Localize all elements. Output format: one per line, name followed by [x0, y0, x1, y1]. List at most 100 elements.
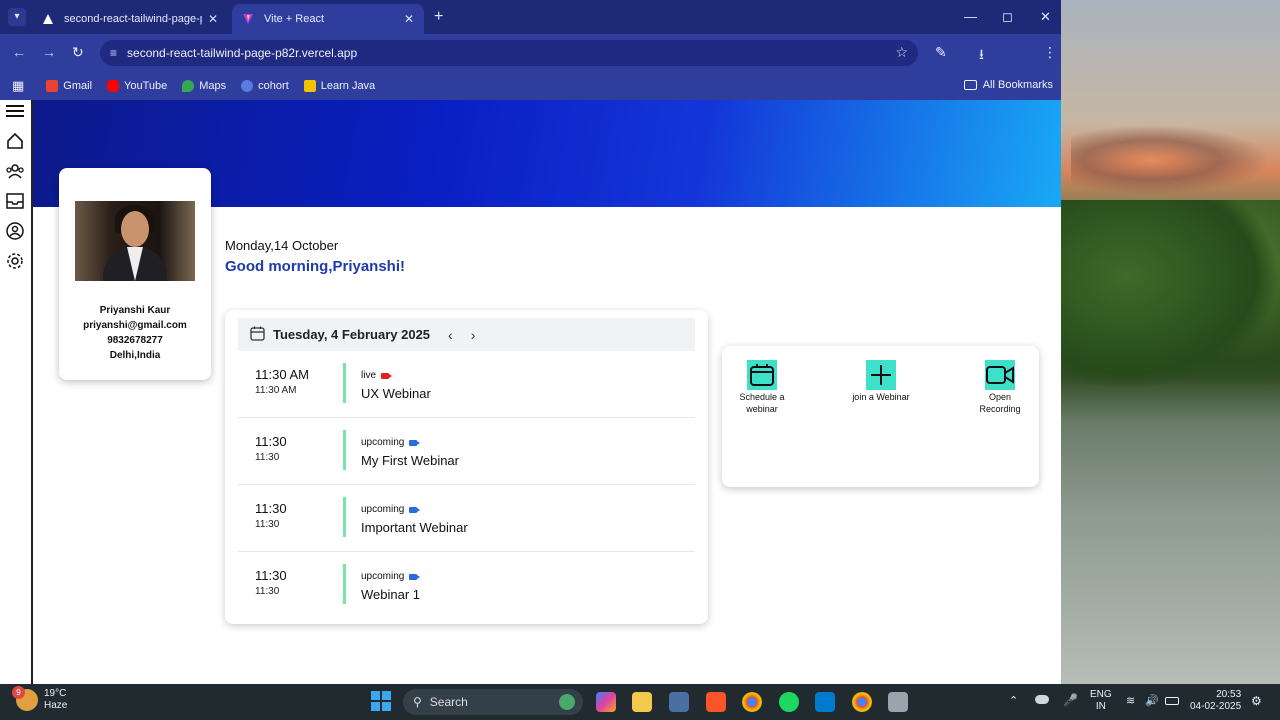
volume-icon[interactable]: 🔊 — [1145, 694, 1159, 707]
battery-icon[interactable] — [1165, 697, 1179, 705]
wifi-icon[interactable]: ≋ — [1126, 694, 1135, 707]
bookmark-star-icon[interactable]: ☆ — [895, 44, 908, 61]
group-icon[interactable] — [4, 160, 26, 182]
store-icon[interactable] — [669, 692, 689, 712]
onedrive-icon[interactable] — [1035, 695, 1049, 704]
microphone-icon[interactable]: 🎤 — [1063, 693, 1078, 707]
webinar-status: upcoming — [361, 437, 421, 448]
bookmark-label: Maps — [199, 80, 227, 92]
status-label: live — [361, 370, 377, 381]
browser-window: ▾ second-react-tailwind-page-p82r ✕ Vite… — [0, 0, 1061, 684]
current-date: Monday,14 October — [225, 238, 339, 253]
settings-gear-icon[interactable] — [4, 250, 26, 272]
menu-kebab-icon[interactable]: ⋮ — [1043, 44, 1057, 61]
status-label: upcoming — [361, 504, 405, 515]
open-recording-button[interactable]: Open Recording — [970, 360, 1030, 415]
wallpaper-trees — [1061, 200, 1280, 390]
all-bookmarks-label: All Bookmarks — [982, 79, 1053, 91]
video-camera-icon — [409, 506, 421, 513]
account-circle-icon[interactable] — [4, 220, 26, 242]
extensions-icon[interactable]: ✎ — [935, 44, 947, 61]
webinar-title: Important Webinar — [361, 520, 468, 535]
action-label: Schedule a webinar — [739, 392, 785, 414]
back-icon[interactable]: ← — [12, 44, 26, 60]
search-label: Search — [429, 695, 468, 709]
close-icon[interactable]: ✕ — [404, 12, 414, 26]
cohort-icon — [241, 80, 254, 92]
maximize-icon[interactable]: ◻ — [1002, 9, 1013, 25]
clock-time: 20:53 — [1216, 689, 1242, 700]
copilot-icon[interactable] — [596, 692, 616, 712]
home-icon[interactable] — [4, 130, 26, 152]
temperature: 19°C — [44, 688, 67, 699]
webinar-time-sub: 11:30 — [255, 452, 280, 463]
schedule-date: Tuesday, 4 February 2025 — [273, 327, 431, 342]
taskbar-search[interactable]: ⚲ Search — [403, 689, 583, 715]
site-settings-icon[interactable]: ≡ — [110, 46, 117, 60]
hamburger-menu-icon[interactable] — [4, 100, 26, 122]
page-viewport: Priyanshi Kaur priyanshi@gmail.com 98326… — [0, 100, 1061, 684]
minimize-icon[interactable]: — — [964, 9, 977, 24]
chrome-active-icon[interactable] — [852, 692, 872, 712]
brave-icon[interactable] — [706, 692, 726, 712]
weather-badge: 9 — [12, 686, 25, 699]
chevron-right-icon[interactable]: › — [471, 327, 476, 343]
chevron-left-icon[interactable]: ‹ — [448, 327, 453, 343]
webinar-row[interactable]: 11:30 11:30 upcoming Webinar 1 — [238, 552, 695, 619]
forward-icon[interactable]: → — [42, 44, 56, 60]
bookmark-learn-java[interactable]: Learn Java — [303, 80, 375, 92]
tab-vite-react[interactable]: Vite + React ✕ — [232, 4, 424, 34]
webinar-title: My First Webinar — [361, 453, 459, 468]
profile-card: Priyanshi Kaur priyanshi@gmail.com 98326… — [59, 168, 211, 380]
search-icon: ⚲ — [413, 695, 422, 709]
gmail-icon — [46, 80, 59, 92]
reload-icon[interactable]: ↻ — [72, 44, 84, 61]
address-bar[interactable]: ≡ second-react-tailwind-page-p82r.vercel… — [100, 40, 918, 66]
tab-second-react[interactable]: second-react-tailwind-page-p82r ✕ — [32, 4, 228, 34]
webinar-row[interactable]: 11:30 AM 11:30 AM live UX Webinar — [238, 351, 695, 418]
tab-title: Vite + React — [264, 13, 325, 25]
bookmark-maps[interactable]: Maps — [182, 80, 226, 92]
clock[interactable]: 20:53 04-02-2025 — [1190, 689, 1241, 713]
webinar-time-sub: 11:30 AM — [255, 385, 297, 396]
new-tab-button[interactable]: + — [434, 8, 443, 26]
row-accent-bar — [343, 564, 346, 604]
row-accent-bar — [343, 497, 346, 537]
notification-icon[interactable]: ⚙ — [1251, 694, 1262, 708]
webinar-row[interactable]: 11:30 11:30 upcoming Important Webinar — [238, 485, 695, 552]
snipping-tool-icon[interactable] — [888, 692, 908, 712]
video-camera-icon — [381, 372, 393, 379]
bookmark-gmail[interactable]: Gmail — [46, 80, 92, 92]
weather-widget[interactable]: 9 19°C Haze — [12, 686, 68, 712]
language-indicator[interactable]: ENG IN — [1090, 689, 1112, 713]
webinar-row[interactable]: 11:30 11:30 upcoming My First Webinar — [238, 418, 695, 485]
webinar-time-sub: 11:30 — [255, 586, 280, 597]
bookmark-label: Gmail — [63, 80, 93, 92]
download-icon[interactable]: ⭳ — [979, 44, 984, 68]
wallpaper-clouds — [1071, 125, 1271, 195]
join-webinar-button[interactable]: join a Webinar — [851, 360, 911, 403]
action-label: join a Webinar — [852, 392, 910, 402]
schedule-webinar-button[interactable]: Schedule a webinar — [732, 360, 792, 415]
all-bookmarks[interactable]: All Bookmarks — [963, 79, 1053, 91]
webinar-time: 11:30 — [255, 501, 287, 516]
webinar-status: upcoming — [361, 571, 421, 582]
quick-actions-card: Schedule a webinar join a Webinar Open R… — [722, 346, 1039, 487]
inbox-icon[interactable] — [4, 190, 26, 212]
profile-name: Priyanshi Kaur — [99, 305, 171, 316]
windows-start-icon[interactable] — [371, 691, 391, 711]
tab-search-button[interactable]: ▾ — [8, 8, 26, 26]
chevron-up-icon[interactable]: ⌃ — [1009, 694, 1018, 707]
bookmark-youtube[interactable]: YouTube — [107, 80, 167, 92]
vscode-icon[interactable] — [815, 692, 835, 712]
apps-grid-icon[interactable]: ▦ — [12, 78, 24, 94]
language-code: ENG — [1090, 689, 1112, 700]
file-explorer-icon[interactable] — [632, 692, 652, 712]
vite-icon — [242, 13, 254, 25]
close-icon[interactable]: ✕ — [208, 12, 218, 26]
weather-condition: Haze — [44, 700, 68, 711]
spotify-icon[interactable] — [779, 692, 799, 712]
window-close-icon[interactable]: ✕ — [1040, 9, 1051, 25]
chrome-icon[interactable] — [742, 692, 762, 712]
bookmark-cohort[interactable]: cohort — [241, 80, 289, 92]
